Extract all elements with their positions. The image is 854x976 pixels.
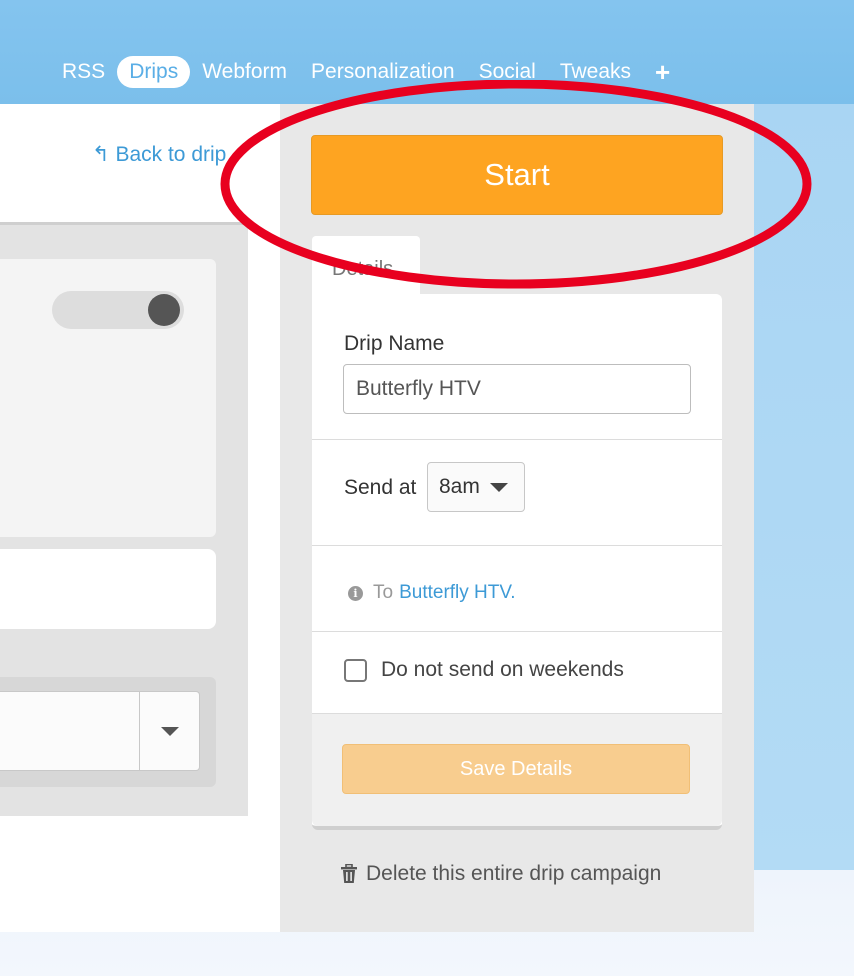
select-container: [0, 677, 216, 787]
nav-item-tweaks[interactable]: Tweaks: [548, 56, 643, 88]
weekend-option[interactable]: Do not send on weekends: [344, 658, 624, 682]
enable-toggle[interactable]: [52, 291, 184, 329]
details-card: Drip Name Send at 8am i To Butterfly HTV…: [312, 294, 722, 830]
trash-icon: [341, 864, 357, 883]
info-icon: i: [348, 585, 363, 601]
drip-name-section: Drip Name: [312, 294, 722, 440]
drip-editor-page: ↰ Back to drip: [0, 104, 280, 932]
recipient-prefix: To: [373, 582, 394, 603]
chevron-down-icon: [160, 726, 179, 736]
email-card: [0, 259, 216, 537]
email-card-secondary: [0, 549, 216, 629]
weekend-label: Do not send on weekends: [381, 658, 624, 681]
chevron-down-icon: [489, 482, 508, 492]
nav-item-rss[interactable]: RSS: [50, 56, 117, 88]
send-at-section: Send at 8am: [312, 440, 722, 546]
reply-arrow-icon: ↰: [92, 143, 110, 166]
recipient-list-link[interactable]: Butterfly HTV.: [399, 582, 516, 604]
email-editor-area: [0, 222, 248, 816]
send-time-value: 8am: [439, 475, 480, 498]
toggle-knob: [148, 294, 180, 326]
recipient-section: i To Butterfly HTV.: [312, 546, 722, 632]
delete-campaign-label: Delete this entire drip campaign: [366, 862, 662, 885]
delete-campaign-link[interactable]: Delete this entire drip campaign: [340, 862, 661, 886]
save-details-button[interactable]: Save Details: [342, 744, 690, 794]
send-time-select[interactable]: 8am: [427, 462, 525, 512]
nav-item-drips[interactable]: Drips: [117, 56, 191, 88]
drip-name-input[interactable]: [343, 364, 691, 414]
start-button[interactable]: Start: [311, 135, 723, 215]
add-tab-button[interactable]: +: [643, 57, 682, 88]
email-select[interactable]: [0, 691, 200, 771]
weekend-checkbox[interactable]: [344, 658, 367, 682]
nav-item-personalization[interactable]: Personalization: [299, 56, 467, 88]
background-band: [754, 104, 854, 870]
nav-item-webform[interactable]: Webform: [190, 56, 299, 88]
select-arrow-button[interactable]: [139, 692, 199, 770]
send-at-label: Send at: [344, 476, 417, 499]
recipient-row: i To Butterfly HTV.: [348, 582, 516, 604]
back-link-label: Back to drip: [115, 143, 227, 166]
back-to-drips-link[interactable]: ↰ Back to drip: [92, 142, 226, 167]
nav-item-social[interactable]: Social: [467, 56, 548, 88]
top-nav: RSS Drips Webform Personalization Social…: [50, 54, 682, 90]
tab-details[interactable]: Details: [312, 236, 420, 296]
drip-name-label: Drip Name: [344, 332, 445, 355]
save-area: Save Details: [312, 714, 722, 826]
drip-settings-panel: Start Details Drip Name Send at 8am i To…: [280, 104, 754, 932]
weekend-section: Do not send on weekends: [312, 632, 722, 714]
